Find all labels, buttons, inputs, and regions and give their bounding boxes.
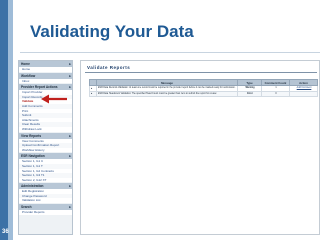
slide-number: 36 — [2, 229, 9, 235]
sidebar-header[interactable]: Search ▸ — [19, 204, 72, 211]
chevron-icon: ▸ — [69, 184, 71, 189]
sidebar-section-workflow: Workflow ▸ Inbox — [19, 72, 72, 84]
row-action — [289, 90, 318, 97]
sidebar-header-label: ESR Navigation — [21, 154, 45, 159]
title-divider — [20, 52, 320, 53]
sidebar-section-view-reports: View Reports ▸ View Comments Upload Confi… — [19, 132, 72, 153]
chevron-icon: ▸ — [69, 205, 71, 210]
chevron-icon: ▸ — [69, 154, 71, 159]
sidebar-item-inbox[interactable]: Inbox — [19, 78, 72, 84]
sidebar-item-withdraw-lock[interactable]: Withdraw Lock — [19, 126, 72, 132]
row-expand-icon[interactable]: ▸ — [89, 90, 97, 97]
sidebar-header[interactable]: Administration ▸ — [19, 183, 72, 190]
chevron-icon: ▸ — [69, 133, 71, 138]
sidebar-header-label: View Reports — [21, 133, 42, 138]
sidebar-header-label: Workflow — [21, 73, 36, 78]
sidebar-header[interactable]: View Reports ▸ — [19, 132, 72, 139]
sidebar-section-administration: Administration ▸ Edit Registration Change… — [19, 183, 72, 204]
slide-left-strip-light — [8, 0, 13, 240]
validate-reports-panel: Validate Reports Message Type Comment Co… — [80, 60, 320, 235]
sidebar-header-label: Administration — [21, 184, 44, 189]
sidebar-item-home[interactable]: Home — [19, 67, 72, 72]
table-row: ▸ ESR Data Headcount Validation: The spe… — [89, 90, 318, 97]
validation-table: Message Type Comment Count Action ▸ ESR … — [89, 79, 318, 97]
comment-count: 0 — [261, 90, 290, 97]
chevron-icon: ▸ — [69, 62, 71, 66]
panel-title: Validate Reports — [87, 65, 131, 70]
validation-message: ESR Data Headcount Validation: The speci… — [96, 90, 238, 97]
sidebar-header-label: Search — [21, 205, 32, 210]
sidebar-section-provider-report-actions: Provider Report Actions ▸ Import Provider… — [19, 84, 72, 132]
sidebar-header[interactable]: ESR Navigation ▸ — [19, 153, 72, 160]
sidebar-item-validation-list[interactable]: Validation List — [19, 198, 72, 204]
sidebar-item-section-2-g12-xt[interactable]: Section 2, G12 XT — [19, 177, 72, 183]
sidebar-item-workflow-history[interactable]: Workflow History — [19, 147, 72, 153]
red-arrow-annotation — [41, 94, 67, 104]
sidebar-header[interactable]: Provider Report Actions ▸ — [19, 84, 72, 91]
sidebar-section-home: Home ▸ Home — [19, 61, 72, 72]
sidebar: Home ▸ Home Workflow ▸ Inbox Provider Repo… — [18, 60, 73, 235]
sidebar-item-provider-reports[interactable]: Provider Reports — [19, 210, 72, 215]
chevron-icon: ▸ — [69, 85, 71, 90]
sidebar-header[interactable]: Workflow ▸ — [19, 72, 72, 79]
panel-title-divider — [85, 72, 317, 73]
sidebar-header-label: Provider Report Actions — [21, 85, 58, 90]
validation-type: Error — [237, 90, 262, 97]
sidebar-section-search: Search ▸ Provider Reports — [19, 204, 72, 215]
chevron-icon: ▸ — [69, 73, 71, 78]
sidebar-header[interactable]: Home ▸ — [19, 61, 72, 67]
sidebar-header-label: Home — [21, 62, 30, 66]
slide-left-strip — [0, 0, 8, 240]
slide-title: Validating Your Data — [30, 22, 194, 41]
sidebar-section-esr-navigation: ESR Navigation ▸ Section 1, G1 C Section … — [19, 153, 72, 183]
